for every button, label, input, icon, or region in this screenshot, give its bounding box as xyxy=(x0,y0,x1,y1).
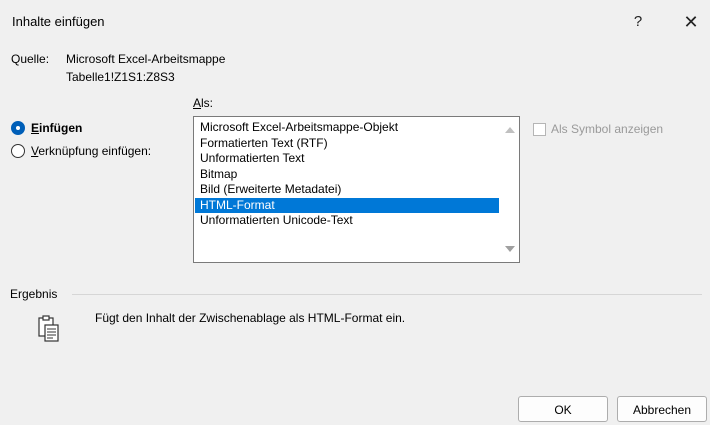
result-label: Ergebnis xyxy=(10,287,58,301)
title-bar: Inhalte einfügen ? ✕ xyxy=(0,0,710,44)
radio-paste-button[interactable] xyxy=(11,121,25,135)
ok-button[interactable]: OK xyxy=(518,396,608,422)
as-label: Als: xyxy=(193,96,213,110)
result-divider xyxy=(72,294,702,295)
list-item[interactable]: Bitmap xyxy=(195,167,499,183)
list-item[interactable]: Formatierten Text (RTF) xyxy=(195,136,499,152)
list-item[interactable]: Unformatierten Unicode-Text xyxy=(195,213,499,229)
scroll-down-arrow-icon[interactable] xyxy=(505,246,515,252)
radio-paste-link[interactable]: Verknüpfung einfügen: xyxy=(11,144,151,158)
close-button[interactable]: ✕ xyxy=(673,8,709,36)
list-scrollbar[interactable] xyxy=(502,117,519,262)
display-as-icon-label: Als Symbol anzeigen xyxy=(551,122,664,136)
radio-paste[interactable]: Einfügen xyxy=(11,121,82,135)
radio-paste-link-label: Verknüpfung einfügen: xyxy=(31,144,151,158)
radio-paste-label: Einfügen xyxy=(31,121,82,135)
format-listbox[interactable]: Microsoft Excel-Arbeitsmappe-Objekt Form… xyxy=(193,116,520,263)
list-item-selected[interactable]: HTML-Format xyxy=(195,197,499,213)
list-item[interactable]: Unformatierten Text xyxy=(195,151,499,167)
result-description: Fügt den Inhalt der Zwischenablage als H… xyxy=(95,311,406,325)
source-label: Quelle: xyxy=(11,52,50,66)
clipboard-document-icon xyxy=(38,315,60,346)
display-as-icon-option[interactable]: Als Symbol anzeigen xyxy=(533,122,663,136)
list-item[interactable]: Bild (Erweiterte Metadatei) xyxy=(195,182,499,198)
scroll-up-arrow-icon[interactable] xyxy=(505,127,515,133)
display-as-icon-checkbox[interactable] xyxy=(533,122,546,136)
radio-paste-link-button[interactable] xyxy=(11,144,25,158)
radio-paste-link-rest: erknüpfung einfügen: xyxy=(38,144,152,158)
help-button[interactable]: ? xyxy=(620,8,656,36)
radio-paste-rest: infügen xyxy=(39,121,83,135)
as-label-rest: ls: xyxy=(201,96,214,110)
list-item[interactable]: Microsoft Excel-Arbeitsmappe-Objekt xyxy=(195,120,499,136)
as-label-access-key: A xyxy=(193,96,202,110)
format-list-items: Microsoft Excel-Arbeitsmappe-Objekt Form… xyxy=(195,120,499,229)
cancel-button[interactable]: Abbrechen xyxy=(617,396,707,422)
source-app: Microsoft Excel-Arbeitsmappe xyxy=(66,52,226,66)
source-range: Tabelle1!Z1S1:Z8S3 xyxy=(66,70,175,84)
radio-paste-access-key: E xyxy=(31,121,40,135)
paste-special-dialog: Inhalte einfügen ? ✕ Quelle: Microsoft E… xyxy=(0,0,710,425)
dialog-title: Inhalte einfügen xyxy=(12,14,105,29)
